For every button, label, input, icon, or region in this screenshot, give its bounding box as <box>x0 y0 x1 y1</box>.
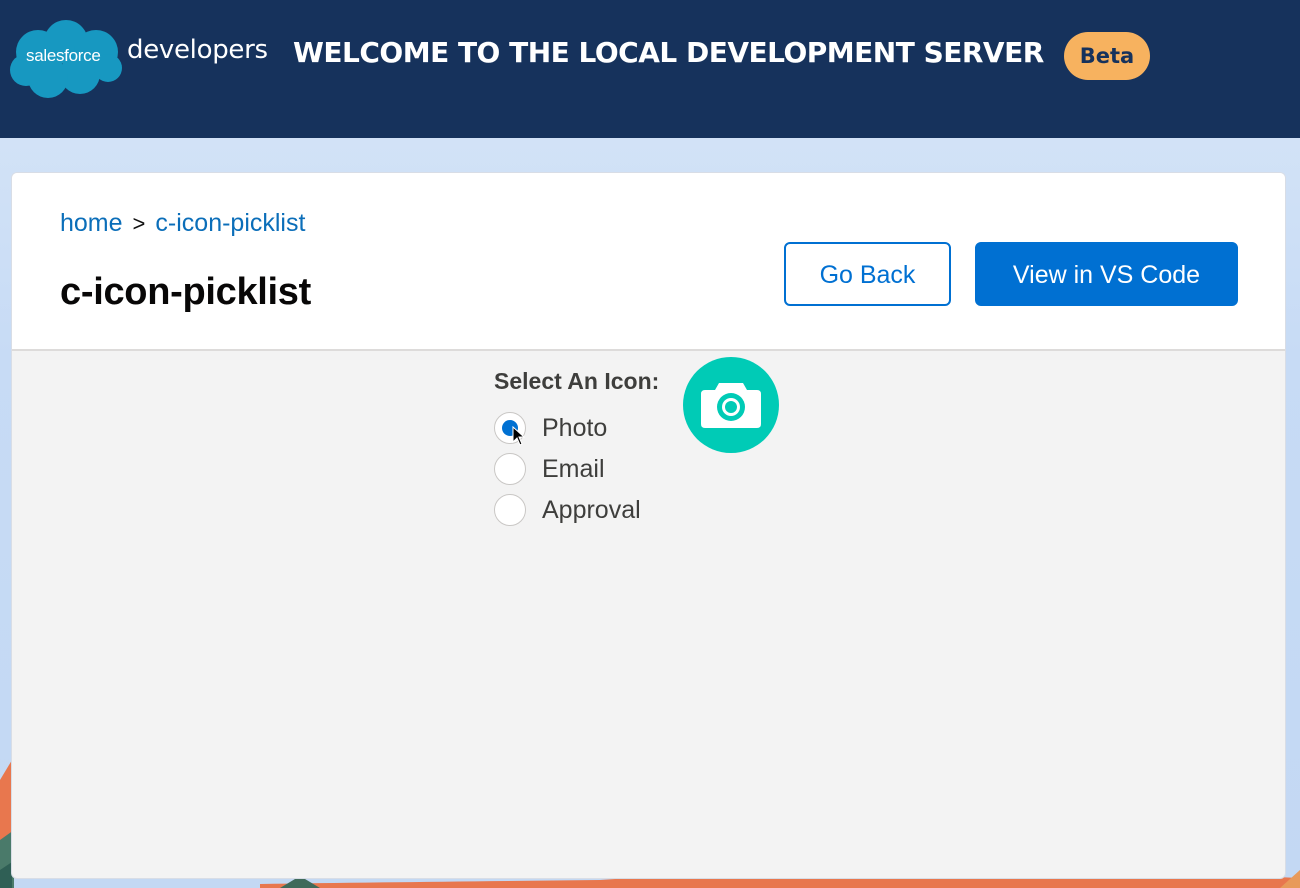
logo-brand-text: salesforce <box>26 46 101 65</box>
picklist-label: Select An Icon: <box>494 368 660 394</box>
view-in-vs-code-button[interactable]: View in VS Code <box>975 242 1238 306</box>
breadcrumb-separator: > <box>132 211 146 236</box>
option-label: Photo <box>542 414 608 442</box>
breadcrumb-home-link[interactable]: home <box>60 209 123 237</box>
radio-email[interactable] <box>494 453 526 485</box>
beta-badge: Beta <box>1064 32 1150 80</box>
mouse-pointer-icon <box>512 426 526 446</box>
breadcrumb: home > c-icon-picklist <box>60 209 305 238</box>
salesforce-developers-logo[interactable]: salesforce developers <box>8 18 268 100</box>
breadcrumb-current-link[interactable]: c-icon-picklist <box>155 209 305 237</box>
page-title: c-icon-picklist <box>60 271 311 313</box>
option-label: Approval <box>542 496 641 524</box>
radio-approval[interactable] <box>494 494 526 526</box>
app-header: salesforce developers WELCOME TO THE LOC… <box>0 0 1300 138</box>
option-email[interactable]: Email <box>494 453 694 487</box>
option-approval[interactable]: Approval <box>494 494 694 528</box>
camera-icon <box>683 357 779 453</box>
header-title: WELCOME TO THE LOCAL DEVELOPMENT SERVER <box>293 36 1044 69</box>
go-back-button[interactable]: Go Back <box>784 242 951 306</box>
logo-suffix-text: developers <box>127 35 268 65</box>
option-label: Email <box>542 455 605 483</box>
card-header: home > c-icon-picklist c-icon-picklist Go … <box>12 173 1285 351</box>
